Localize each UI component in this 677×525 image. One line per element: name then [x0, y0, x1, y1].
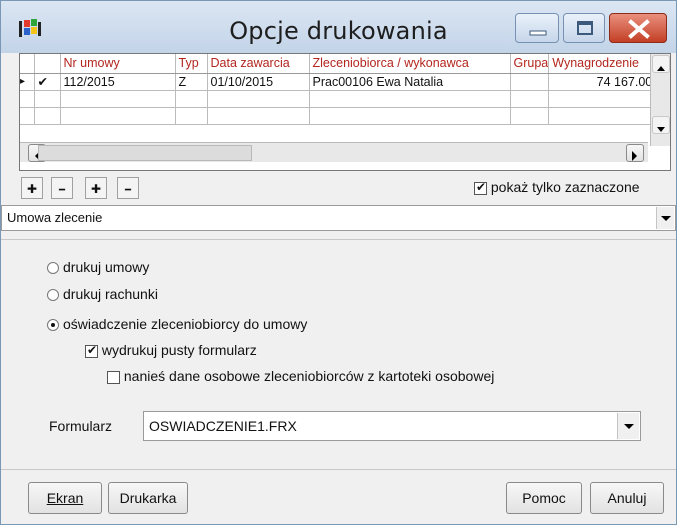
- cancel-button-label: Anuluj: [607, 490, 647, 506]
- print-empty-form-checkbox[interactable]: ✔ wydrukuj pusty formularz: [85, 342, 257, 358]
- remove-row-button[interactable]: ━: [51, 177, 73, 199]
- apply-personal-data-checkbox[interactable]: nanieś dane osobowe zleceniobiorców z ka…: [107, 368, 494, 384]
- printer-button[interactable]: Drukarka: [108, 482, 188, 514]
- radio-declaration[interactable]: oświadczenie zleceniobiorcy do umowy: [47, 316, 307, 332]
- add-row-button[interactable]: ✚: [21, 177, 43, 199]
- checkbox-box[interactable]: ✔: [85, 342, 98, 358]
- print-contracts-label: drukuj umowy: [63, 259, 150, 275]
- grid-header-row: Nr umowy Typ Data zawarcia Zleceniobiorc…: [20, 54, 658, 74]
- row-indicator-icon: ▸: [20, 73, 35, 91]
- horizontal-scrollbar[interactable]: [20, 142, 648, 162]
- horizontal-scroll-thumb[interactable]: [38, 145, 252, 161]
- cell-wynagrodzenie[interactable]: 74 167.00: [548, 73, 658, 91]
- close-button[interactable]: [609, 13, 667, 43]
- form-label: Formularz: [49, 418, 113, 434]
- show-selected-only-label: pokaż tylko zaznaczone: [490, 179, 640, 195]
- checkbox-box[interactable]: [107, 370, 120, 384]
- cell-data-zawarcia[interactable]: 01/10/2015: [207, 73, 310, 91]
- grid-header-check: [34, 54, 61, 74]
- checkmark-icon: ✔: [476, 179, 487, 194]
- grid-header-indicator: [20, 54, 35, 74]
- radio-print-bills[interactable]: drukuj rachunki: [47, 286, 158, 302]
- grid-header-data-zawarcia[interactable]: Data zawarcia: [207, 54, 310, 74]
- apply-personal-data-label: nanieś dane osobowe zleceniobiorców z ka…: [123, 368, 495, 384]
- radio-button[interactable]: [47, 262, 59, 275]
- grid-header-nr-umowy[interactable]: Nr umowy: [60, 54, 176, 74]
- print-empty-form-label: wydrukuj pusty formularz: [101, 342, 257, 358]
- print-options-window: Opcje drukowania Nr umowy Typ Data zawar…: [0, 0, 677, 525]
- grid-header-zleceniobiorca[interactable]: Zleceniobiorca / wykonawca: [309, 54, 511, 74]
- contract-type-value: Umowa zlecenie: [7, 210, 103, 225]
- table-row-empty[interactable]: [20, 107, 658, 125]
- checkmark-icon: ✔: [87, 342, 98, 357]
- contracts-grid[interactable]: Nr umowy Typ Data zawarcia Zleceniobiorc…: [19, 53, 671, 171]
- row-checkbox[interactable]: ✔: [34, 73, 61, 91]
- radio-button-selected[interactable]: [47, 319, 59, 332]
- chevron-down-icon[interactable]: [656, 207, 674, 229]
- grid-header-wynagrodzenie[interactable]: Wynagrodzenie: [548, 54, 658, 74]
- show-selected-only-checkbox[interactable]: ✔ pokaż tylko zaznaczone: [474, 179, 640, 195]
- plus-icon: ✚: [26, 182, 38, 196]
- print-bills-label: drukuj rachunki: [63, 286, 158, 302]
- printer-button-label: Drukarka: [119, 490, 177, 506]
- cell-zleceniobiorca[interactable]: Prac00106 Ewa Natalia: [309, 73, 511, 91]
- help-button-label: Pomoc: [522, 490, 566, 506]
- form-select[interactable]: OSWIADCZENIE1.FRX: [143, 411, 641, 441]
- grid-header-grupa[interactable]: Grupa: [510, 54, 550, 74]
- maximize-button[interactable]: [563, 13, 605, 43]
- minus-all-icon: ━: [124, 185, 132, 196]
- vertical-scrollbar[interactable]: [650, 54, 670, 146]
- chevron-down-icon[interactable]: [617, 413, 639, 439]
- screen-button[interactable]: Ekran: [28, 482, 102, 514]
- minimize-button[interactable]: [515, 13, 559, 43]
- cell-grupa[interactable]: [510, 73, 550, 91]
- minus-icon: ━: [58, 185, 66, 196]
- footer-separator: [1, 469, 676, 470]
- add-all-button[interactable]: ✚: [85, 177, 107, 199]
- cell-nr-umowy[interactable]: 112/2015: [60, 73, 176, 91]
- checkbox-box[interactable]: ✔: [474, 179, 487, 195]
- screen-button-label: Ekran: [46, 490, 84, 506]
- table-row-empty[interactable]: [20, 90, 658, 108]
- plus-all-icon: ✚: [90, 182, 102, 196]
- cell-typ[interactable]: Z: [175, 73, 208, 91]
- radio-button[interactable]: [47, 289, 59, 302]
- cancel-button[interactable]: Anuluj: [590, 482, 664, 514]
- title-bar[interactable]: Opcje drukowania: [1, 1, 676, 53]
- contract-type-select[interactable]: Umowa zlecenie: [1, 205, 676, 231]
- declaration-label: oświadczenie zleceniobiorcy do umowy: [63, 316, 308, 332]
- scroll-right-button[interactable]: [626, 144, 644, 162]
- form-value: OSWIADCZENIE1.FRX: [149, 418, 297, 434]
- table-row[interactable]: ▸ ✔ 112/2015 Z 01/10/2015 Prac00106 Ewa …: [20, 73, 658, 91]
- scroll-down-button[interactable]: [652, 116, 670, 134]
- remove-all-button[interactable]: ━: [117, 177, 139, 199]
- scroll-up-button[interactable]: [652, 55, 670, 73]
- radio-print-contracts[interactable]: drukuj umowy: [47, 259, 149, 275]
- grid-header-typ[interactable]: Typ: [175, 54, 208, 74]
- help-button[interactable]: Pomoc: [506, 482, 582, 514]
